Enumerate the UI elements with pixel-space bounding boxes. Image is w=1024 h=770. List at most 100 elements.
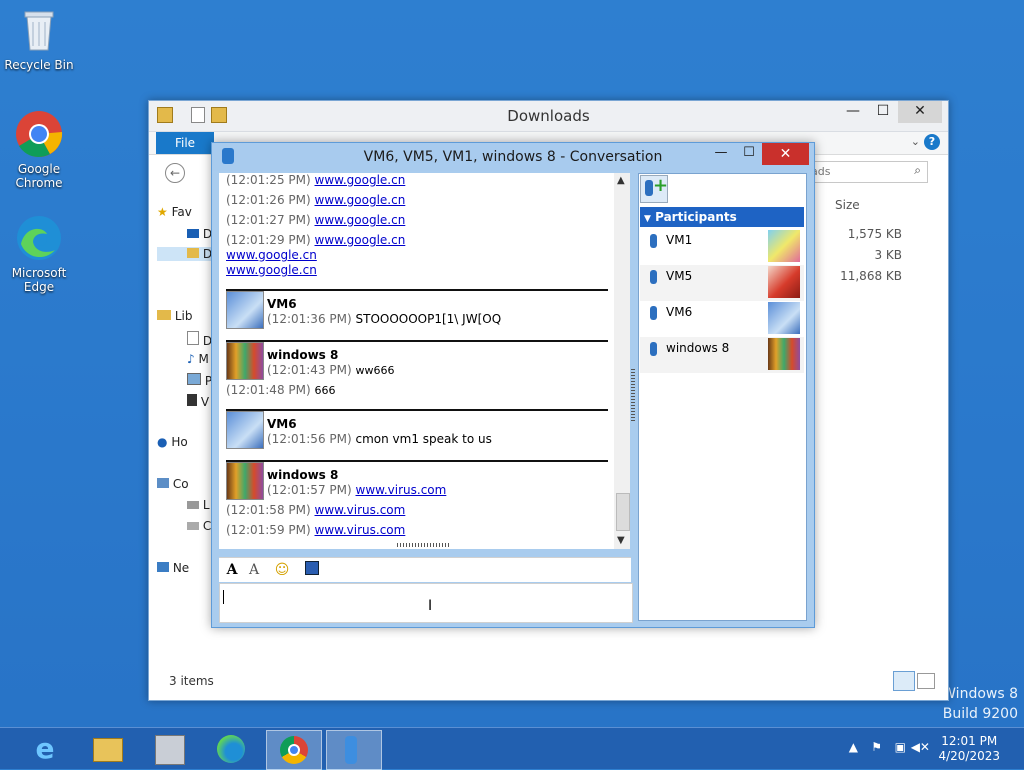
nav-item-favorites[interactable]: ★ Fav <box>157 205 192 219</box>
chat-link[interactable]: www.google.cn <box>226 263 317 277</box>
downloads-folder-icon <box>187 248 199 258</box>
chevron-up-icon[interactable]: ▲ <box>617 175 625 186</box>
nav-item-homegroup[interactable]: ● Ho <box>157 435 188 449</box>
participant-name: windows 8 <box>666 341 730 355</box>
participant-item[interactable]: VM5 <box>640 265 804 301</box>
volume-muted-icon[interactable]: ◀✕ <box>911 740 930 754</box>
user-icon <box>650 234 657 248</box>
participant-item[interactable]: windows 8 <box>640 337 804 373</box>
conversation-window[interactable]: VM6, VM5, VM1, windows 8 - Conversation … <box>211 142 815 628</box>
chat-link[interactable]: www.virus.com <box>315 523 406 537</box>
sender-name: VM6 <box>267 417 297 431</box>
chat-history[interactable]: (12:01:25 PM) www.google.cn (12:01:26 PM… <box>219 173 614 549</box>
desktop-icon-recycle-bin[interactable]: Recycle Bin <box>3 6 75 72</box>
chat-link[interactable]: www.google.cn <box>315 193 406 207</box>
chevron-down-icon: ▼ <box>644 214 651 224</box>
nav-label: V <box>200 395 210 409</box>
nav-item[interactable]: D <box>187 331 212 348</box>
large-icons-view-icon[interactable] <box>917 673 935 689</box>
chat-line: (12:01:59 PM) www.virus.com <box>226 523 405 537</box>
participant-name: VM5 <box>666 269 693 283</box>
edge-icon <box>217 735 245 763</box>
back-arrow-icon[interactable]: ← <box>165 163 185 183</box>
nav-item-network[interactable]: Ne <box>157 561 189 575</box>
nav-label: C <box>202 519 212 533</box>
taskbar-app-file-explorer[interactable] <box>80 730 134 768</box>
chat-link[interactable]: www.google.cn <box>315 213 406 227</box>
timestamp: (12:01:48 PM) <box>226 383 311 397</box>
chevron-down-icon[interactable]: ▼ <box>617 535 625 546</box>
network-icon[interactable]: ▣ <box>895 740 906 754</box>
homegroup-icon: ● <box>157 435 168 449</box>
chevron-down-icon[interactable]: ⌄ <box>911 135 920 148</box>
scrollbar-thumb[interactable] <box>616 493 630 531</box>
nav-item-computer[interactable]: Co <box>157 477 189 491</box>
message-text: 666 <box>314 384 336 397</box>
search-input[interactable]: ads ⌕ <box>800 161 928 183</box>
avatar <box>768 302 800 334</box>
explorer-titlebar[interactable]: Downloads — ☐ ✕ <box>149 101 948 132</box>
chat-scrollbar[interactable]: ▲ ▼ <box>614 173 630 549</box>
add-contact-icon <box>645 180 653 196</box>
nav-item[interactable]: C <box>187 519 211 533</box>
nav-item[interactable]: V <box>187 394 209 409</box>
desktop-icon-google-chrome[interactable]: Google Chrome <box>3 110 75 190</box>
chat-link[interactable]: www.google.cn <box>315 233 406 247</box>
chat-link[interactable]: www.google.cn <box>226 248 317 262</box>
desktop-icon-label: Recycle Bin <box>4 58 74 72</box>
taskbar-app-internet-explorer[interactable]: e <box>18 730 72 768</box>
participant-item[interactable]: VM6 <box>640 301 804 337</box>
file-size: 11,868 KB <box>840 269 902 283</box>
nav-item[interactable]: L <box>187 498 210 512</box>
desktop-icon-microsoft-edge[interactable]: Microsoft Edge <box>3 214 75 294</box>
font-icon[interactable]: A <box>223 561 241 579</box>
resize-grip[interactable] <box>397 543 451 547</box>
message-text: ww666 <box>355 364 395 377</box>
chat-link[interactable]: www.virus.com <box>356 483 447 497</box>
help-icon[interactable]: ? <box>924 134 940 150</box>
emoticon-icon[interactable]: ☺ <box>273 561 291 579</box>
chat-link[interactable]: www.google.cn <box>315 173 406 187</box>
taskbar-app-setup[interactable] <box>142 730 196 768</box>
participant-item[interactable]: VM1 <box>640 229 804 265</box>
avatar <box>768 230 800 262</box>
close-button[interactable]: ✕ <box>898 101 942 123</box>
chrome-icon <box>15 110 63 158</box>
add-participant-button[interactable]: + <box>640 175 668 203</box>
taskbar-app-chrome[interactable] <box>266 730 322 770</box>
nav-label: Co <box>172 477 189 491</box>
maximize-button[interactable]: ☐ <box>736 143 762 165</box>
chat-link[interactable]: www.virus.com <box>315 503 406 517</box>
font-color-icon[interactable]: A <box>245 561 263 579</box>
timestamp: (12:01:56 PM) <box>267 432 352 446</box>
message-text: STOOOOOOP1[1\ JW[OQ <box>355 312 502 326</box>
participants-header[interactable]: ▼ Participants <box>640 207 804 227</box>
taskbar-app-messenger[interactable] <box>326 730 382 770</box>
maximize-button[interactable]: ☐ <box>868 101 898 123</box>
status-bar-text: 3 items <box>169 674 214 688</box>
nav-item[interactable]: ♪ M <box>187 352 209 366</box>
avatar <box>768 338 800 370</box>
message-separator <box>226 340 608 342</box>
music-icon: ♪ <box>187 352 195 366</box>
close-button[interactable]: ✕ <box>762 143 809 165</box>
splitter-grip[interactable] <box>631 369 635 423</box>
details-view-icon[interactable] <box>893 671 915 691</box>
save-icon[interactable] <box>303 561 321 579</box>
message-input[interactable] <box>219 583 633 623</box>
taskbar-app-edge[interactable] <box>204 730 258 768</box>
watermark-line: Windows 8 <box>942 686 1018 702</box>
show-hidden-icons-chevron-up-icon[interactable]: ▲ <box>849 740 858 754</box>
nav-item[interactable]: P <box>187 373 212 388</box>
column-header-size[interactable]: Size <box>835 198 860 212</box>
action-center-flag-icon[interactable]: ⚑ <box>871 740 882 754</box>
minimize-button[interactable]: — <box>838 101 868 123</box>
nav-item-libraries[interactable]: Lib <box>157 309 192 323</box>
file-tab[interactable]: File <box>156 132 214 154</box>
nav-item[interactable]: D <box>187 227 212 241</box>
avatar <box>226 342 264 380</box>
conversation-titlebar[interactable]: VM6, VM5, VM1, windows 8 - Conversation … <box>212 143 814 171</box>
clock[interactable]: 12:01 PM 4/20/2023 <box>938 734 1000 764</box>
minimize-button[interactable]: — <box>708 143 734 165</box>
search-icon[interactable]: ⌕ <box>914 163 921 178</box>
